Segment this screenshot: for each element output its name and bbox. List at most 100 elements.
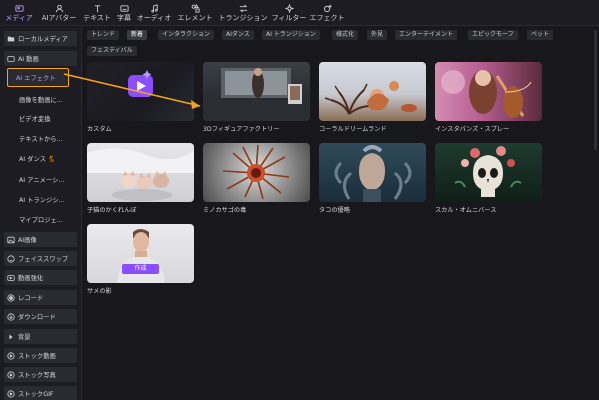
thumbnail [319,143,426,202]
sidebar-item-label: AI アニメーシ... [19,177,65,184]
media-icon [14,4,24,13]
tab-effect-label: エフェクト [309,14,345,22]
sidebar-item-ai-image[interactable]: AI画像 [4,232,77,247]
card-caption: スカル・オムニバース [435,207,497,214]
sidebar-item-label: ストック動画 [18,353,56,360]
element-icon [191,4,200,13]
tab-media[interactable]: メディア [0,0,38,26]
tab-ai-avatar[interactable]: AIアバター [38,0,80,26]
tag-appearance[interactable]: 外見 [367,30,388,40]
sidebar-item-text-to[interactable]: テキストから... [4,131,77,146]
download-icon [7,312,15,321]
record-icon [7,293,15,302]
chevron-right-icon [7,333,15,341]
sidebar-item-video-enhance[interactable]: 動画強化 [4,270,77,285]
effect-card-skull-omniverse[interactable]: スカル・オムニバース [435,143,542,214]
subtitle-icon [119,4,129,13]
tag-ai-transition[interactable]: AI トランジション [262,30,320,40]
sidebar-item-background[interactable]: 背景 [4,329,77,344]
sidebar-item-ai-dance[interactable]: AI ダンス 💃 [4,151,77,166]
tag-entertainment[interactable]: エンターテイメント [395,30,458,40]
sidebar-item-stock-photo[interactable]: ストック写真 [4,367,77,382]
sidebar-item-face-swap[interactable]: フェイススワップ [4,251,77,266]
card-caption: 3Dフィギュアファクトリー [203,126,280,133]
create-button[interactable]: 作成 [122,264,159,274]
sidebar-item-stock-video[interactable]: ストック動画 [4,348,77,363]
card-caption: ミノカサゴの毒 [203,207,247,214]
tag-ai-dance[interactable]: AIダンス [222,30,254,40]
card-caption: タコの優略 [319,207,350,214]
tag-trend[interactable]: トレンド [87,30,120,40]
effect-icon [323,4,332,13]
sidebar-item-record[interactable]: レコード [4,290,77,305]
sidebar-item-label: 画像を動画に... [19,97,63,104]
card-caption: サメの影 [87,288,112,295]
sidebar-item-local-media[interactable]: ローカルメディア [4,31,77,46]
thumbnail [319,62,426,121]
play-circle-icon [7,351,15,360]
tab-effect[interactable]: エフェクト [308,0,346,26]
tag-new[interactable]: 新着 [127,30,148,40]
sidebar-item-label: テキストから... [19,136,63,143]
sidebar-item-label: ストックGIF [18,391,54,398]
effect-card-octopus-tactics[interactable]: タコの優略 [319,143,426,214]
tab-text-label: テキスト [83,14,111,22]
audio-icon [150,4,159,13]
sidebar-item-download[interactable]: ダウンロード [4,309,77,324]
tab-element[interactable]: エレメント [174,0,216,26]
tag-epic-morph[interactable]: エピックモーフ [468,30,518,40]
card-caption: インスタパンズ・スプレー [435,126,510,133]
effect-card-lionfish-venom[interactable]: ミノカサゴの毒 [203,143,310,214]
filter-icon [284,4,294,13]
sidebar-item-ai-anime[interactable]: AI アニメーシ... [4,172,77,187]
ai-video-icon [7,55,15,63]
card-caption: 子猫のかくれんぼ [87,207,137,214]
tag-festival[interactable]: フェスティバル [87,46,137,56]
thumbnail [87,143,194,202]
tag-stylize[interactable]: 様式化 [332,30,359,40]
thumbnail [435,62,542,121]
transition-icon [239,4,248,13]
thumbnail [203,62,310,121]
tab-subtitle-label: 字幕 [117,14,131,22]
sidebar-item-label: AI エフェクト [16,75,56,82]
effect-card-instapunz-spray[interactable]: インスタパンズ・スプレー [435,62,542,133]
tag-pet[interactable]: ペット [527,30,554,40]
tab-audio[interactable]: オーディオ [134,0,174,26]
sidebar-item-label: AI トランジシ... [19,197,65,204]
tab-text[interactable]: テキスト [80,0,114,26]
folder-icon [7,35,15,43]
sidebar-item-label: ビデオ変換 [19,116,51,123]
sidebar-item-label: フェイススワップ [18,256,69,263]
text-icon [93,4,102,13]
top-toolbar: メディア AIアバター テキスト 字幕 オーディオ エレメント トランジション … [0,0,599,26]
sidebar-item-label: ローカルメディア [18,36,68,43]
tab-element-label: エレメント [177,14,213,22]
avatar-icon [55,4,64,13]
tab-subtitle[interactable]: 字幕 [114,0,134,26]
sidebar-item-ai-video[interactable]: AI 動画 [4,51,77,66]
sidebar-item-stock-gif[interactable]: ストックGIF [4,386,77,400]
tab-audio-label: オーディオ [136,14,172,22]
scrollbar[interactable] [594,30,597,150]
sidebar-item-label: AI画像 [18,237,37,244]
effect-card-kitten-hide-and-seek[interactable]: 子猫のかくれんぼ [87,143,194,214]
sidebar-item-ai-transition[interactable]: AI トランジシ... [4,192,77,207]
sidebar-item-label: AI 動画 [18,56,39,63]
sidebar-item-label: ストック写真 [18,372,56,379]
sidebar-item-label: 動画強化 [18,275,44,282]
tab-filter-label: フィルター [271,14,307,22]
tab-transition-label: トランジション [218,14,268,22]
card-caption: カスタム [87,126,112,133]
image-icon [7,236,15,244]
effect-card-shark-shadow[interactable]: 作成 サメの影 [87,224,194,295]
sidebar-item-my-project[interactable]: マイプロジェ... [4,212,77,227]
thumbnail [203,143,310,202]
play-circle-icon [7,370,15,379]
effect-card-coral-dreamland[interactable]: コーラルドリームランド [319,62,426,133]
play-circle-icon [7,389,15,398]
tag-interaction[interactable]: インタラクション [158,30,215,40]
tab-transition[interactable]: トランジション [216,0,270,26]
effect-card-3d-figure-factory[interactable]: 3Dフィギュアファクトリー [203,62,310,133]
tab-filter[interactable]: フィルター [270,0,308,26]
